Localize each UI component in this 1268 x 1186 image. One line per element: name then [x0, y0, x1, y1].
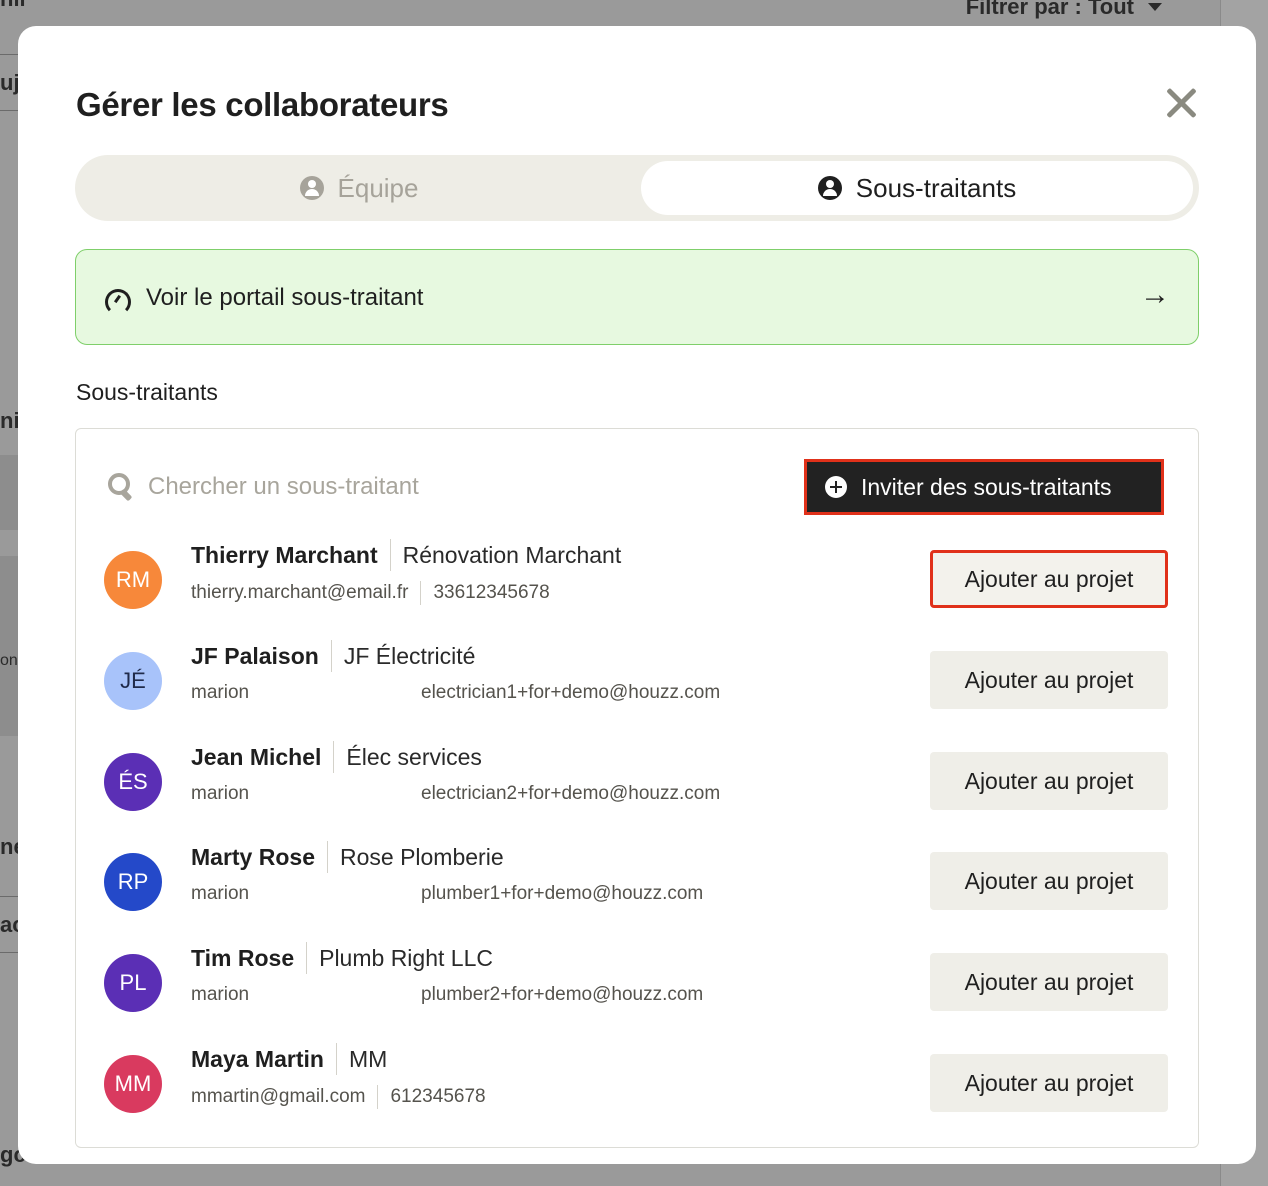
- subcontractor-row: JÉ JF Palaison JF Électricité marion ele…: [76, 640, 1198, 752]
- gauge-icon: [105, 289, 131, 315]
- subcontractor-contact-line: marion: [191, 883, 249, 905]
- background-thumbnail: [0, 455, 18, 530]
- subcontractor-name-line: Tim Rose Plumb Right LLC: [191, 942, 493, 974]
- background-divider: [0, 952, 18, 953]
- search-icon: [108, 473, 136, 501]
- subcontractor-list-panel: Inviter des sous-traitants RM Thierry Ma…: [75, 428, 1199, 1148]
- subcontractor-email-continued: electrician2+for+demo@houzz.com: [421, 783, 721, 804]
- subcontractor-company: Rose Plomberie: [339, 843, 504, 870]
- background-filter-label: Filtrer par : Tout: [965, 0, 1134, 19]
- subcontractor-name: Maya Martin: [191, 1045, 324, 1072]
- subcontractor-contact-line: mmartin@gmail.com 612345678: [191, 1085, 486, 1109]
- section-heading: Sous-traitants: [76, 379, 218, 405]
- subcontractor-email: marion: [191, 984, 250, 1005]
- avatar: PL: [104, 954, 162, 1012]
- add-to-project-button[interactable]: Ajouter au projet: [930, 752, 1168, 810]
- subcontractor-email-continued: electrician1+for+demo@houzz.com: [421, 682, 721, 703]
- subcontractor-contact-line: marion: [191, 783, 249, 805]
- subcontractor-name: Thierry Marchant: [191, 541, 378, 568]
- subcontractor-name: Marty Rose: [191, 843, 315, 870]
- invite-button-label: Inviter des sous-traitants: [861, 473, 1112, 500]
- subcontractor-contact-line: marion: [191, 984, 249, 1006]
- subcontractor-contact-line: thierry.marchant@email.fr 33612345678: [191, 581, 550, 605]
- subcontractor-email-continued: plumber1+for+demo@houzz.com: [421, 883, 704, 904]
- modal-title: Gérer les collaborateurs: [76, 86, 449, 123]
- add-to-project-button[interactable]: Ajouter au projet: [930, 852, 1168, 910]
- add-to-project-button[interactable]: Ajouter au projet: [930, 651, 1168, 709]
- tab-team[interactable]: Équipe: [81, 161, 637, 215]
- subcontractor-name-line: Maya Martin MM: [191, 1043, 387, 1075]
- plus-circle-icon: [825, 476, 847, 498]
- person-icon: [817, 176, 842, 200]
- avatar: JÉ: [104, 652, 162, 710]
- tab-team-label: Équipe: [337, 172, 419, 203]
- avatar: MM: [104, 1055, 162, 1113]
- background-fragment: uj: [0, 70, 20, 95]
- background-divider: [0, 896, 18, 897]
- subcontractor-contact-line: marion: [191, 682, 249, 704]
- divider: [335, 1043, 337, 1075]
- manage-collaborators-modal: Gérer les collaborateurs Équipe Sous-tra…: [18, 26, 1256, 1164]
- divider: [326, 841, 328, 873]
- subcontractor-email: marion: [191, 883, 250, 904]
- divider: [389, 539, 391, 571]
- divider: [306, 942, 308, 974]
- search-input[interactable]: [148, 469, 648, 505]
- subcontractor-name-line: Jean Michel Élec services: [191, 741, 482, 773]
- subcontractor-name-line: JF Palaison JF Électricité: [191, 640, 475, 672]
- subcontractor-company: MM: [348, 1045, 388, 1072]
- tab-subcontractors[interactable]: Sous-traitants: [641, 161, 1193, 215]
- team-icon: [299, 176, 324, 200]
- subcontractor-row: RM Thierry Marchant Rénovation Marchant …: [76, 539, 1198, 651]
- divider: [420, 581, 422, 605]
- divider: [330, 640, 332, 672]
- divider: [333, 741, 335, 773]
- chevron-down-icon: [1148, 3, 1162, 11]
- close-icon[interactable]: [1164, 86, 1198, 120]
- subcontractor-name: Tim Rose: [191, 944, 295, 971]
- subcontractor-row: ÉS Jean Michel Élec services marion elec…: [76, 741, 1198, 853]
- background-filter-dropdown: Filtrer par : Tout: [966, 0, 1162, 20]
- subcontractor-portal-link[interactable]: Voir le portail sous-traitant →: [75, 249, 1199, 345]
- subcontractor-row: MM Maya Martin MM mmartin@gmail.com 6123…: [76, 1043, 1198, 1147]
- background-thumbnail: [0, 556, 18, 736]
- portal-link-label: Voir le portail sous-traitant: [146, 284, 424, 311]
- subcontractor-email: mmartin@gmail.com: [191, 1086, 366, 1107]
- background-divider: [0, 110, 18, 111]
- subcontractor-company: JF Électricité: [343, 642, 476, 669]
- subcontractor-phone: 612345678: [390, 1086, 486, 1107]
- avatar: ÉS: [104, 753, 162, 811]
- tab-subcontractors-label: Sous-traitants: [855, 172, 1017, 203]
- add-to-project-button[interactable]: Ajouter au projet: [930, 953, 1168, 1011]
- arrow-right-icon: →: [1140, 278, 1170, 311]
- background-divider: [0, 54, 18, 55]
- invite-subcontractors-button[interactable]: Inviter des sous-traitants: [804, 459, 1164, 515]
- subcontractor-name-line: Marty Rose Rose Plomberie: [191, 841, 504, 873]
- subcontractor-company: Rénovation Marchant: [402, 541, 622, 568]
- subcontractor-name: JF Palaison: [191, 642, 319, 669]
- subcontractor-email: marion: [191, 783, 250, 804]
- subcontractor-name-line: Thierry Marchant Rénovation Marchant: [191, 539, 621, 571]
- subcontractor-row: RP Marty Rose Rose Plomberie marion plum…: [76, 841, 1198, 953]
- subcontractor-company: Élec services: [346, 743, 482, 770]
- avatar: RP: [104, 853, 162, 911]
- subcontractor-email: marion: [191, 682, 250, 703]
- subcontractor-row: PL Tim Rose Plumb Right LLC marion plumb…: [76, 942, 1198, 1054]
- collaborator-tabs: Équipe Sous-traitants: [75, 155, 1199, 221]
- add-to-project-button[interactable]: Ajouter au projet: [930, 1054, 1168, 1112]
- background-fragment: on: [0, 652, 18, 669]
- subcontractor-phone: 33612345678: [433, 582, 550, 603]
- avatar: RM: [104, 551, 162, 609]
- divider: [377, 1085, 379, 1109]
- subcontractor-email-continued: plumber2+for+demo@houzz.com: [421, 984, 704, 1005]
- subcontractor-company: Plumb Right LLC: [319, 944, 493, 971]
- subcontractor-name: Jean Michel: [191, 743, 322, 770]
- background-fragment: nil: [0, 0, 26, 12]
- add-to-project-button[interactable]: Ajouter au projet: [930, 550, 1168, 608]
- subcontractor-email: thierry.marchant@email.fr: [191, 582, 409, 603]
